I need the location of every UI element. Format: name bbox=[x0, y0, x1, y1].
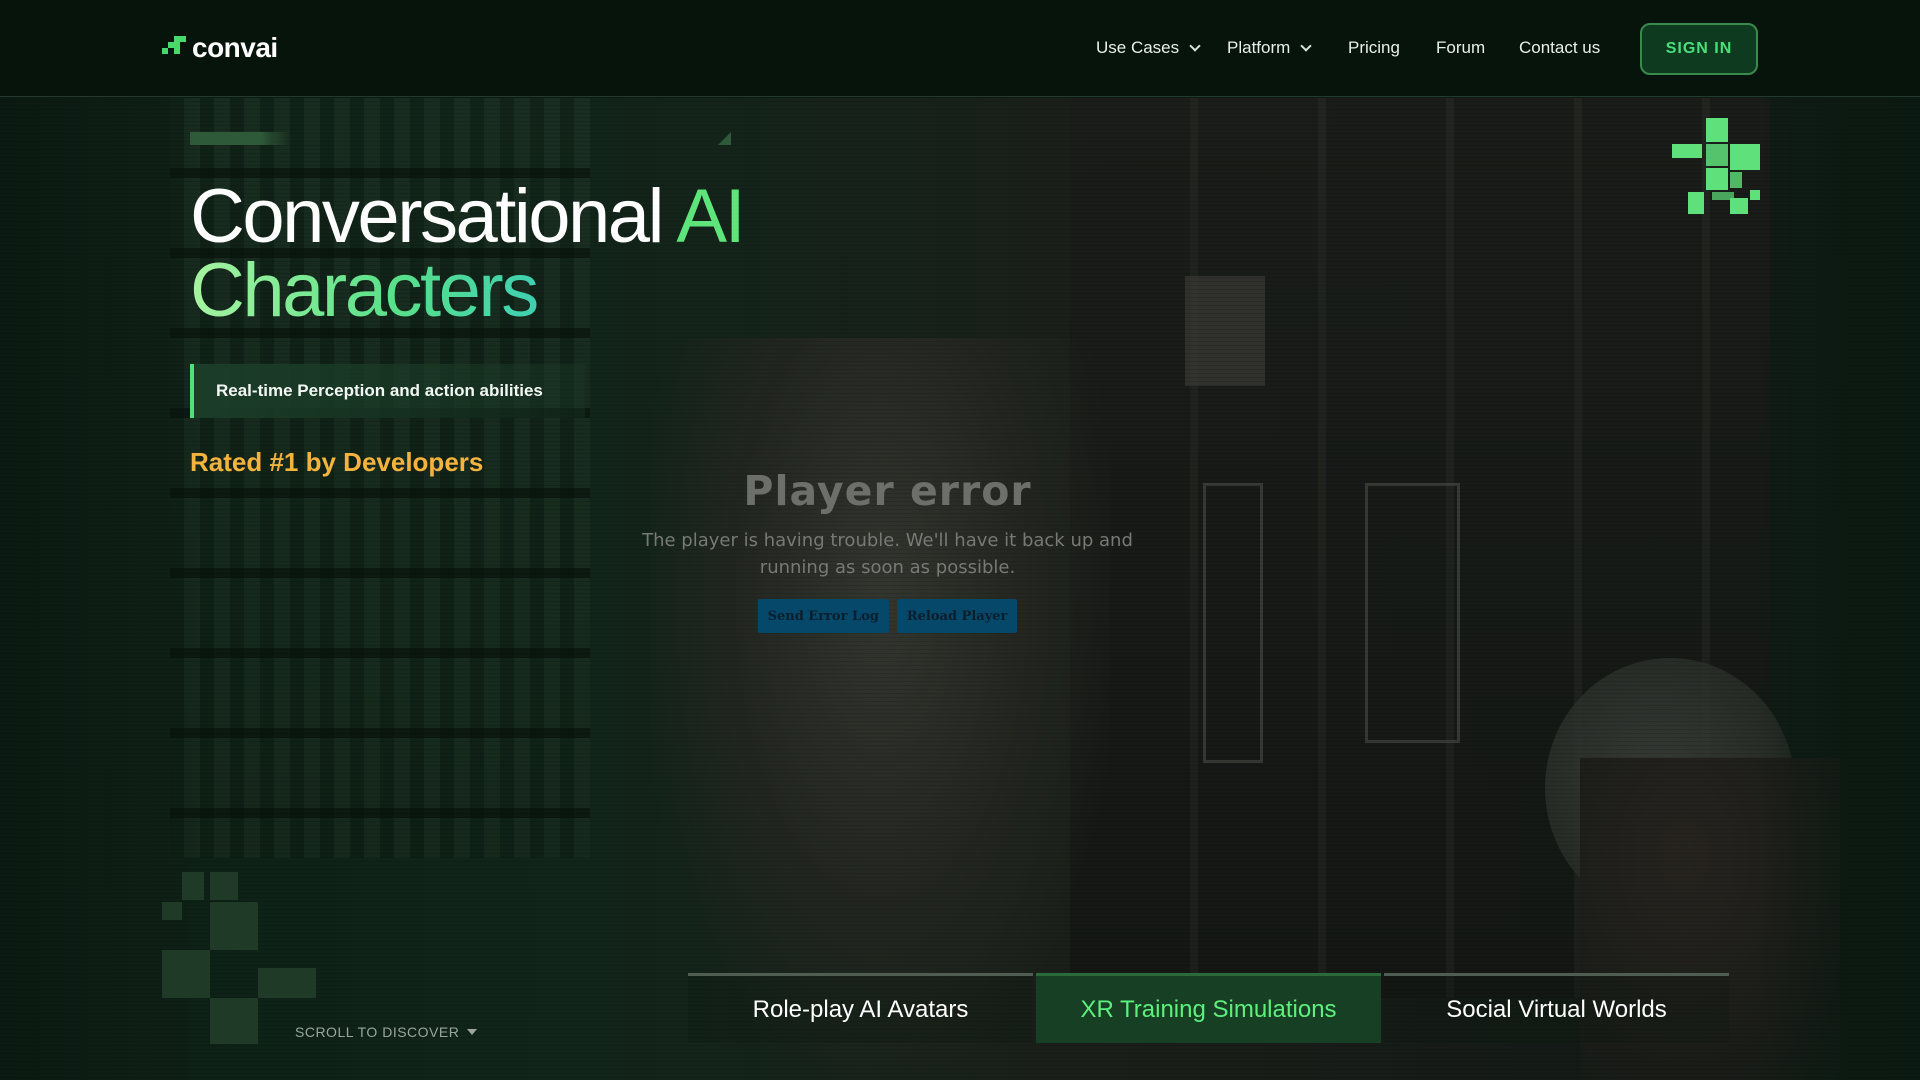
hero-title: Conversational AI Characters bbox=[190, 179, 746, 329]
caret-down-icon bbox=[467, 1029, 478, 1035]
nav-platform-label: Platform bbox=[1227, 38, 1291, 57]
title-characters: Characters bbox=[190, 248, 539, 333]
title-ai: AI bbox=[676, 174, 745, 259]
feature-callout: Real-time Perception and action abilitie… bbox=[190, 364, 585, 418]
scroll-to-discover[interactable]: SCROLL TO DISCOVER bbox=[295, 1024, 478, 1040]
nav-pricing-label: Pricing bbox=[1348, 38, 1400, 57]
sign-in-button[interactable]: SIGN IN bbox=[1640, 23, 1758, 75]
nav-pricing[interactable]: Pricing bbox=[1348, 30, 1400, 66]
nav-forum-label: Forum bbox=[1436, 38, 1486, 57]
pixel-decoration bbox=[162, 872, 316, 1044]
chevron-down-icon bbox=[1189, 39, 1201, 52]
send-error-log-button[interactable]: Send Error Log bbox=[757, 599, 889, 633]
title-conversational: Conversational bbox=[190, 174, 677, 259]
scroll-label: SCROLL TO DISCOVER bbox=[295, 1024, 460, 1040]
decorative-bar bbox=[190, 132, 290, 145]
convai-logo[interactable]: convai bbox=[162, 30, 278, 66]
pixel-logo-decoration bbox=[1672, 118, 1760, 214]
player-error-message: The player is having trouble. We'll have… bbox=[642, 530, 1133, 578]
nav-platform[interactable]: Platform bbox=[1227, 30, 1312, 66]
video-player-error: Player error The player is having troubl… bbox=[640, 467, 1135, 633]
convai-logo-icon bbox=[162, 36, 186, 60]
nav-use-cases[interactable]: Use Cases bbox=[1096, 30, 1201, 66]
tab-social-virtual-worlds[interactable]: Social Virtual Worlds bbox=[1384, 973, 1729, 1043]
chevron-down-icon bbox=[1300, 39, 1312, 52]
tab-role-play-ai-avatars[interactable]: Role-play AI Avatars bbox=[688, 973, 1033, 1043]
feature-text: Real-time Perception and action abilitie… bbox=[216, 381, 543, 400]
rated-badge: Rated #1 by Developers bbox=[190, 447, 484, 477]
nav-contact-label: Contact us bbox=[1519, 38, 1601, 57]
nav-use-cases-label: Use Cases bbox=[1096, 38, 1180, 57]
use-case-tabs: Role-play AI Avatars XR Training Simulat… bbox=[688, 973, 1732, 1043]
reload-player-button[interactable]: Reload Player bbox=[896, 599, 1018, 633]
decorative-corner bbox=[718, 132, 731, 145]
tab-xr-training-simulations[interactable]: XR Training Simulations bbox=[1036, 973, 1381, 1043]
brand-name: convai bbox=[192, 32, 278, 63]
site-header: convai Use Cases Platform Pricing Forum … bbox=[0, 0, 1920, 97]
nav-forum[interactable]: Forum bbox=[1436, 30, 1485, 66]
nav-contact-us[interactable]: Contact us bbox=[1519, 30, 1600, 66]
player-error-title: Player error bbox=[743, 467, 1032, 515]
player-error-actions: Send Error Log Reload Player bbox=[640, 599, 1135, 633]
